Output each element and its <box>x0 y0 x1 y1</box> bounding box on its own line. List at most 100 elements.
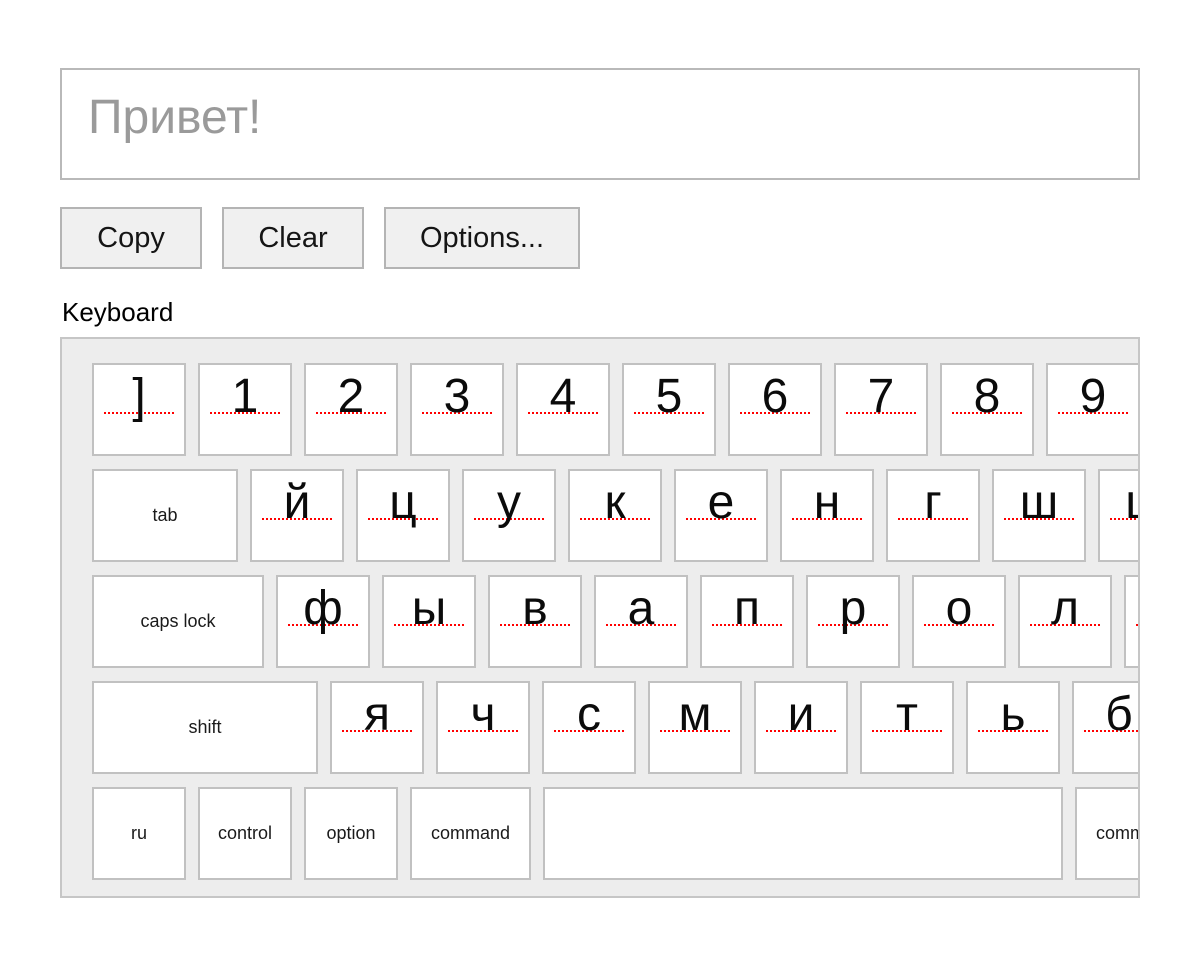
key-т[interactable]: т <box>860 681 954 774</box>
key-label: 5 <box>624 365 714 428</box>
key-3[interactable]: 3 <box>410 363 504 456</box>
key-label: 1 <box>200 365 290 428</box>
key-label: ] <box>94 365 184 428</box>
key-м[interactable]: м <box>648 681 742 774</box>
key-4[interactable]: 4 <box>516 363 610 456</box>
key-6[interactable]: 6 <box>728 363 822 456</box>
key-7[interactable]: 7 <box>834 363 928 456</box>
key-][interactable]: ] <box>92 363 186 456</box>
key-label: р <box>808 577 898 640</box>
key-label: о <box>914 577 1004 640</box>
key-5[interactable]: 5 <box>622 363 716 456</box>
key-label: ц <box>358 471 448 534</box>
key-я[interactable]: я <box>330 681 424 774</box>
key-д[interactable]: д <box>1124 575 1140 668</box>
keyboard-label: Keyboard <box>62 297 173 328</box>
key-command[interactable]: command <box>1075 787 1140 880</box>
key-label: 7 <box>836 365 926 428</box>
key-label: б <box>1074 683 1140 746</box>
key-label: 8 <box>942 365 1032 428</box>
key-ч[interactable]: ч <box>436 681 530 774</box>
key-label: н <box>782 471 872 534</box>
key-б[interactable]: б <box>1072 681 1140 774</box>
key-label: tab <box>152 505 177 526</box>
key-label: я <box>332 683 422 746</box>
key-label: т <box>862 683 952 746</box>
key-command[interactable]: command <box>410 787 531 880</box>
key-й[interactable]: й <box>250 469 344 562</box>
key-ш[interactable]: ш <box>992 469 1086 562</box>
key-label: к <box>570 471 660 534</box>
key-label: г <box>888 471 978 534</box>
toolbar: Copy Clear Options... <box>60 207 580 269</box>
key-р[interactable]: р <box>806 575 900 668</box>
key-label: е <box>676 471 766 534</box>
key-label: 3 <box>412 365 502 428</box>
key-shift[interactable]: shift <box>92 681 318 774</box>
key-ц[interactable]: ц <box>356 469 450 562</box>
key-н[interactable]: н <box>780 469 874 562</box>
key-ы[interactable]: ы <box>382 575 476 668</box>
keyboard-row: caps lockфывапролд <box>92 575 1108 668</box>
key-label: й <box>252 471 342 534</box>
key-label: ы <box>384 577 474 640</box>
key-label: д <box>1126 577 1140 640</box>
key-л[interactable]: л <box>1018 575 1112 668</box>
key-tab[interactable]: tab <box>92 469 238 562</box>
key-label: в <box>490 577 580 640</box>
key-label: м <box>650 683 740 746</box>
key-label: shift <box>188 717 221 738</box>
clear-button[interactable]: Clear <box>222 207 364 269</box>
key-г[interactable]: г <box>886 469 980 562</box>
key-control[interactable]: control <box>198 787 292 880</box>
key-ф[interactable]: ф <box>276 575 370 668</box>
key-space[interactable] <box>543 787 1063 880</box>
key-label: 6 <box>730 365 820 428</box>
virtual-keyboard: ] 123456789 tab йцукенгшщ caps lock фывапролд… <box>60 337 1140 898</box>
keyboard-row: ]123456789 <box>92 363 1108 456</box>
key-е[interactable]: е <box>674 469 768 562</box>
key-label: щ <box>1100 471 1140 534</box>
key-label: у <box>464 471 554 534</box>
key-ь[interactable]: ь <box>966 681 1060 774</box>
key-label: control <box>218 823 272 844</box>
key-в[interactable]: в <box>488 575 582 668</box>
key-2[interactable]: 2 <box>304 363 398 456</box>
key-и[interactable]: и <box>754 681 848 774</box>
key-label: с <box>544 683 634 746</box>
key-с[interactable]: с <box>542 681 636 774</box>
key-label: л <box>1020 577 1110 640</box>
key-1[interactable]: 1 <box>198 363 292 456</box>
key-option[interactable]: option <box>304 787 398 880</box>
key-label: command <box>431 823 510 844</box>
key-ru[interactable]: ru <box>92 787 186 880</box>
options-button[interactable]: Options... <box>384 207 580 269</box>
key-caps lock[interactable]: caps lock <box>92 575 264 668</box>
key-label: caps lock <box>140 611 215 632</box>
key-к[interactable]: к <box>568 469 662 562</box>
key-8[interactable]: 8 <box>940 363 1034 456</box>
key-label: ф <box>278 577 368 640</box>
key-label: и <box>756 683 846 746</box>
key-label: а <box>596 577 686 640</box>
key-label: 4 <box>518 365 608 428</box>
key-а[interactable]: а <box>594 575 688 668</box>
text-input[interactable] <box>60 68 1140 180</box>
copy-button[interactable]: Copy <box>60 207 202 269</box>
key-label: 2 <box>306 365 396 428</box>
key-у[interactable]: у <box>462 469 556 562</box>
key-label: option <box>326 823 375 844</box>
key-label: ш <box>994 471 1084 534</box>
keyboard-row: shiftячсмитьб <box>92 681 1108 774</box>
key-label: ч <box>438 683 528 746</box>
key-щ[interactable]: щ <box>1098 469 1140 562</box>
key-label: п <box>702 577 792 640</box>
key-label: ru <box>131 823 147 844</box>
key-п[interactable]: п <box>700 575 794 668</box>
key-о[interactable]: о <box>912 575 1006 668</box>
key-label: ь <box>968 683 1058 746</box>
key-label: 9 <box>1048 365 1138 428</box>
key-9[interactable]: 9 <box>1046 363 1140 456</box>
keyboard-row: rucontroloptioncommandcommand <box>92 787 1108 880</box>
key-label: command <box>1096 823 1140 844</box>
